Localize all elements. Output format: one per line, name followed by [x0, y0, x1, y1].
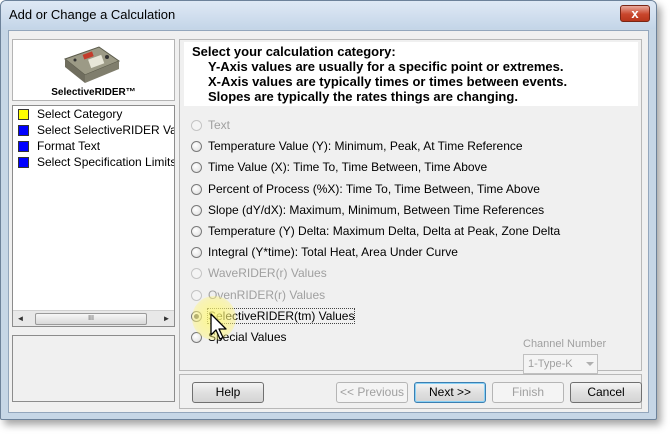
step-label: Format Text: [37, 139, 101, 153]
category-radio-group: Text Temperature Value (Y): Minimum, Pea…: [190, 115, 630, 348]
finish-button[interactable]: Finish: [492, 382, 564, 403]
radio-selectiverider-values[interactable]: SelectiveRIDER(tm) Values: [190, 306, 630, 327]
radio-button-icon[interactable]: [191, 141, 202, 153]
step-status-icon: [18, 141, 29, 152]
channel-number-label: Channel Number: [523, 338, 607, 350]
step-status-icon: [18, 157, 29, 168]
title-bar[interactable]: Add or Change a Calculation x: [1, 1, 656, 29]
step-select-specification-limits[interactable]: Select Specification Limits: [13, 154, 174, 170]
radio-button-icon[interactable]: [191, 289, 202, 301]
radio-time-value[interactable]: Time Value (X): Time To, Time Between, T…: [190, 157, 630, 178]
radio-integral[interactable]: Integral (Y*time): Total Heat, Area Unde…: [190, 242, 630, 263]
scroll-left-icon[interactable]: ◄: [13, 311, 28, 326]
close-icon: x: [631, 6, 639, 21]
scroll-thumb[interactable]: III: [35, 313, 147, 325]
step-label: Select Category: [37, 107, 123, 121]
radio-temperature-delta[interactable]: Temperature (Y) Delta: Maximum Delta, De…: [190, 221, 630, 242]
radio-label: SelectiveRIDER(tm) Values: [206, 307, 356, 324]
radio-button-icon[interactable]: [191, 247, 202, 259]
instruction-y-axis: Y-Axis values are usually for a specific…: [208, 59, 564, 74]
radio-temperature-value[interactable]: Temperature Value (Y): Minimum, Peak, At…: [190, 136, 630, 157]
cancel-button[interactable]: Cancel: [570, 382, 642, 403]
radio-label: Special Values: [208, 329, 287, 344]
step-status-icon: [18, 109, 29, 120]
selectiverider-device-icon: [63, 46, 121, 83]
close-button[interactable]: x: [620, 5, 650, 22]
instructions-header: Select your calculation category: Y-Axis…: [184, 42, 638, 106]
radio-button-icon[interactable]: [191, 268, 202, 280]
step-format-text[interactable]: Format Text: [13, 138, 174, 154]
radio-button-icon[interactable]: [191, 204, 202, 216]
channel-number-value: 1-Type-K: [528, 358, 573, 370]
radio-button-icon[interactable]: [191, 183, 202, 195]
radio-label: Text: [208, 118, 231, 132]
radio-percent-of-process[interactable]: Percent of Process (%X): Time To, Time B…: [190, 179, 630, 200]
instruction-title: Select your calculation category:: [192, 44, 396, 59]
dialog-window: Add or Change a Calculation x SelectiveR…: [0, 0, 657, 420]
radio-label: Slope (dY/dX): Maximum, Minimum, Between…: [208, 202, 545, 217]
radio-label: Integral (Y*time): Total Heat, Area Unde…: [208, 245, 458, 260]
help-button[interactable]: Help: [192, 382, 264, 403]
radio-button-icon[interactable]: [191, 120, 202, 131]
step-status-icon: [18, 125, 29, 136]
radio-button-icon[interactable]: [191, 331, 202, 343]
radio-label: Time Value (X): Time To, Time Between, T…: [208, 160, 488, 175]
radio-ovenrider-values[interactable]: OvenRIDER(r) Values: [190, 285, 630, 306]
next-button[interactable]: Next >>: [414, 382, 486, 403]
chevron-down-icon: [586, 362, 594, 366]
radio-label: WaveRIDER(r) Values: [208, 266, 327, 281]
radio-slope[interactable]: Slope (dY/dX): Maximum, Minimum, Between…: [190, 200, 630, 221]
instruction-x-axis: X-Axis values are typically times or tim…: [208, 74, 568, 89]
instruction-slopes: Slopes are typically the rates things ar…: [208, 89, 518, 104]
step-label: Select SelectiveRIDER Values: [37, 123, 174, 137]
previous-button[interactable]: << Previous: [336, 382, 408, 403]
window-title: Add or Change a Calculation: [9, 7, 176, 22]
radio-label: Temperature (Y) Delta: Maximum Delta, De…: [208, 223, 561, 238]
step-select-category[interactable]: Select Category: [13, 106, 174, 122]
description-box: [12, 335, 175, 402]
horizontal-scrollbar[interactable]: ◄ III ►: [13, 310, 174, 326]
step-select-selectiverider-values[interactable]: Select SelectiveRIDER Values: [13, 122, 174, 138]
scroll-right-icon[interactable]: ►: [159, 311, 174, 326]
radio-text[interactable]: Text: [190, 115, 630, 136]
radio-button-icon[interactable]: [191, 162, 202, 174]
radio-button-icon[interactable]: [191, 310, 202, 322]
radio-label: Temperature Value (Y): Minimum, Peak, At…: [208, 139, 523, 154]
product-logo: SelectiveRIDER™: [12, 39, 175, 101]
channel-number-select[interactable]: 1-Type-K: [523, 354, 598, 374]
category-panel: Select your calculation category: Y-Axis…: [179, 39, 642, 374]
radio-waverider-values[interactable]: WaveRIDER(r) Values: [190, 263, 630, 284]
wizard-button-bar: Help << Previous Next >> Finish Cancel: [179, 374, 642, 409]
radio-button-icon[interactable]: [191, 225, 202, 237]
dialog-client-area: SelectiveRIDER™ Select Category Select S…: [8, 30, 649, 413]
logo-label: SelectiveRIDER™: [51, 87, 136, 98]
radio-label: OvenRIDER(r) Values: [208, 287, 326, 302]
step-label: Select Specification Limits: [37, 155, 174, 169]
wizard-sidebar: SelectiveRIDER™ Select Category Select S…: [12, 39, 177, 404]
wizard-steps-list: Select Category Select SelectiveRIDER Va…: [12, 105, 175, 327]
radio-label: Percent of Process (%X): Time To, Time B…: [208, 181, 540, 196]
